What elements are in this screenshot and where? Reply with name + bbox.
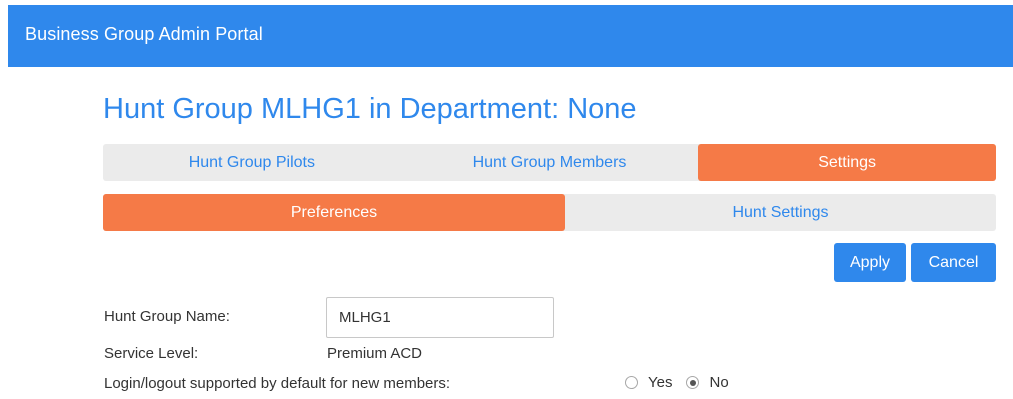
hunt-group-name-label: Hunt Group Name: <box>104 308 230 325</box>
login-logout-label: Login/logout supported by default for ne… <box>104 375 451 392</box>
portal-title: Business Group Admin Portal <box>25 24 263 44</box>
tab-hunt-group-pilots[interactable]: Hunt Group Pilots <box>103 144 401 181</box>
tab-settings[interactable]: Settings <box>698 144 996 181</box>
tab-hunt-settings[interactable]: Hunt Settings <box>565 194 996 231</box>
radio-yes-label: Yes <box>648 374 673 391</box>
apply-button[interactable]: Apply <box>834 243 906 282</box>
portal-header: Business Group Admin Portal <box>8 5 1013 67</box>
radio-no-label: No <box>709 374 729 391</box>
sub-tab-bar: Preferences Hunt Settings <box>103 194 996 231</box>
tab-preferences[interactable]: Preferences <box>103 194 565 231</box>
page-title: Hunt Group MLHG1 in Department: None <box>103 93 637 125</box>
service-level-label: Service Level: <box>104 345 199 362</box>
login-logout-radio-group: Yes No <box>625 374 743 391</box>
cancel-button[interactable]: Cancel <box>911 243 996 282</box>
main-tab-bar: Hunt Group Pilots Hunt Group Members Set… <box>103 144 996 181</box>
hunt-group-name-input[interactable] <box>326 297 554 338</box>
radio-yes[interactable] <box>625 376 638 389</box>
radio-no[interactable] <box>686 376 700 389</box>
service-level-value: Premium ACD <box>327 345 423 362</box>
radio-selected-dot <box>689 379 696 386</box>
tab-hunt-group-members[interactable]: Hunt Group Members <box>401 144 699 181</box>
